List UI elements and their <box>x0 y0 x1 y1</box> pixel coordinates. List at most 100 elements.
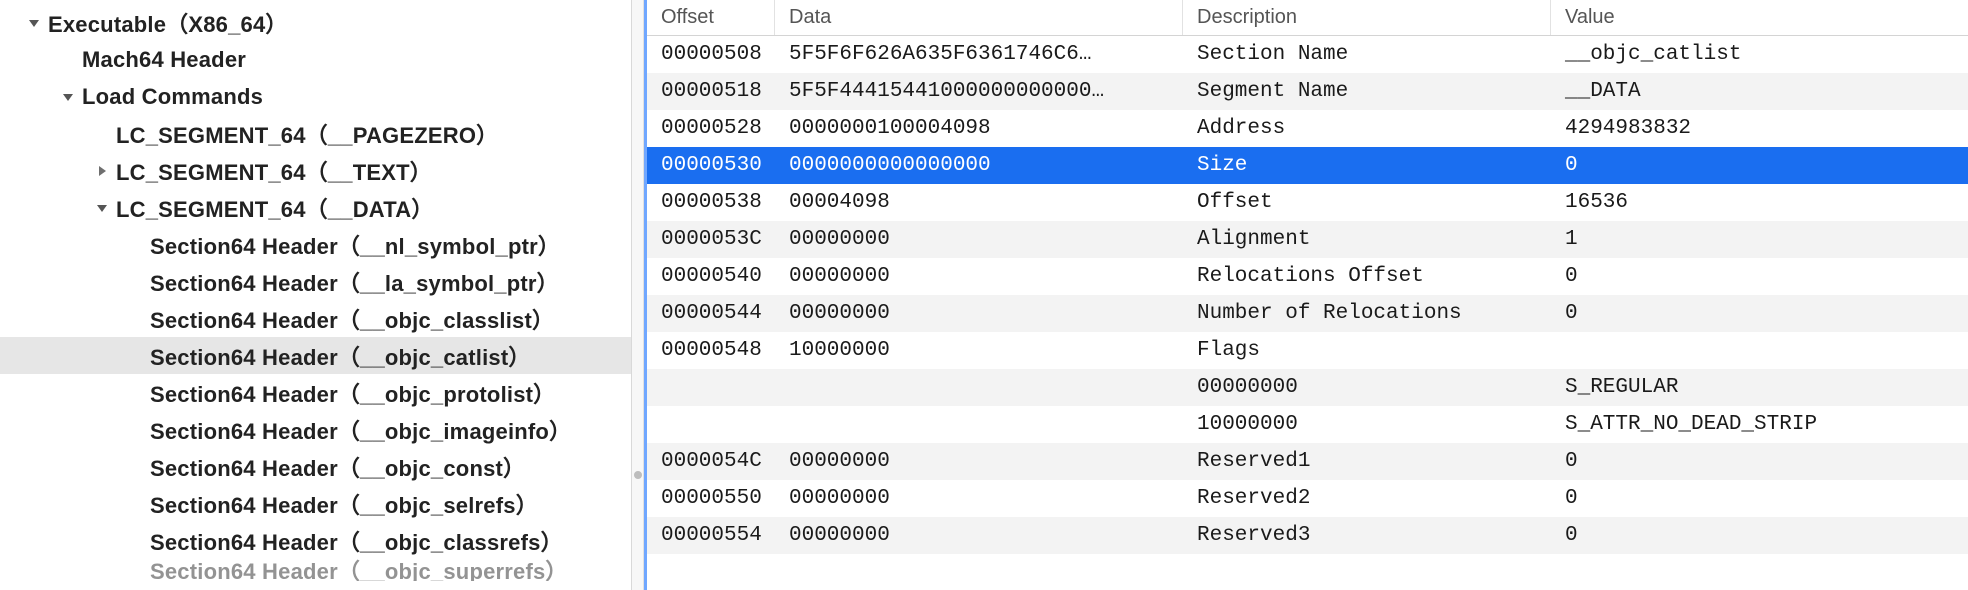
table-row[interactable]: 00000000S_REGULAR <box>647 369 1968 406</box>
tree-row[interactable]: Section64 Header（__objc_const） <box>0 448 631 485</box>
cell-data: 0000000000000000 <box>775 154 1183 177</box>
cell-offset: 00000538 <box>647 191 775 214</box>
table-row[interactable]: 0000053800004098Offset16536 <box>647 184 1968 221</box>
disclosure-spacer <box>128 237 144 253</box>
tree-item-label: Section64 Header（__objc_catlist） <box>150 340 531 372</box>
cell-offset: 00000530 <box>647 154 775 177</box>
table-row[interactable]: 0000054000000000Relocations Offset0 <box>647 258 1968 295</box>
tree-row[interactable]: Load Commands <box>0 78 631 115</box>
tree-row[interactable]: Section64 Header（__objc_catlist） <box>0 337 631 374</box>
cell-description: Number of Relocations <box>1183 302 1551 325</box>
tree-item-label: LC_SEGMENT_64（__DATA） <box>116 192 434 224</box>
tree-row[interactable]: Mach64 Header <box>0 41 631 78</box>
tree-row[interactable]: LC_SEGMENT_64（__PAGEZERO） <box>0 115 631 152</box>
table-row[interactable]: 000005280000000100004098Address429498383… <box>647 110 1968 147</box>
cell-value: 0 <box>1551 302 1968 325</box>
tree-row[interactable]: LC_SEGMENT_64（__TEXT） <box>0 152 631 189</box>
table-row[interactable]: 000005300000000000000000Size0 <box>647 147 1968 184</box>
tree-item-label: Executable（X86_64） <box>48 7 288 39</box>
tree-row[interactable]: Section64 Header（__objc_classrefs） <box>0 522 631 559</box>
table-row[interactable]: 000005085F5F6F626A635F6361746C6…Section … <box>647 36 1968 73</box>
tree-row[interactable]: Section64 Header（__objc_superrefs） <box>0 559 631 581</box>
disclosure-spacer <box>60 52 76 68</box>
cell-data: 5F5F44415441000000000000… <box>775 80 1183 103</box>
disclosure-spacer <box>128 562 144 578</box>
chevron-down-icon[interactable] <box>26 15 42 31</box>
table-row[interactable]: 0000054810000000Flags <box>647 332 1968 369</box>
disclosure-spacer <box>128 274 144 290</box>
cell-value: 0 <box>1551 487 1968 510</box>
tree-row[interactable]: Section64 Header（__nl_symbol_ptr） <box>0 226 631 263</box>
cell-description: Reserved3 <box>1183 524 1551 547</box>
tree-item-label: Section64 Header（__objc_superrefs） <box>150 559 568 581</box>
cell-offset: 00000540 <box>647 265 775 288</box>
column-header-description[interactable]: Description <box>1183 0 1551 35</box>
disclosure-spacer <box>128 385 144 401</box>
table-row[interactable]: 10000000S_ATTR_NO_DEAD_STRIP <box>647 406 1968 443</box>
splitter-grip-icon <box>634 471 642 479</box>
cell-description: Relocations Offset <box>1183 265 1551 288</box>
cell-description: Reserved2 <box>1183 487 1551 510</box>
tree-item-label: Section64 Header（__la_symbol_ptr） <box>150 266 559 298</box>
tree-row[interactable]: Section64 Header（__objc_protolist） <box>0 374 631 411</box>
column-header-offset[interactable]: Offset <box>647 0 775 35</box>
chevron-down-icon[interactable] <box>60 89 76 105</box>
chevron-down-icon[interactable] <box>94 200 110 216</box>
pane-splitter[interactable] <box>632 0 644 590</box>
tree-row[interactable]: Section64 Header（__objc_classlist） <box>0 300 631 337</box>
tree-item-label: Load Commands <box>82 84 263 110</box>
tree-row[interactable]: Executable（X86_64） <box>0 4 631 41</box>
cell-data: 5F5F6F626A635F6361746C6… <box>775 43 1183 66</box>
column-header-value[interactable]: Value <box>1551 0 1968 35</box>
disclosure-spacer <box>128 422 144 438</box>
disclosure-spacer <box>128 459 144 475</box>
tree-item-label: LC_SEGMENT_64（__PAGEZERO） <box>116 118 498 150</box>
cell-offset: 00000544 <box>647 302 775 325</box>
table-row[interactable]: 000005185F5F44415441000000000000…Segment… <box>647 73 1968 110</box>
cell-offset: 00000528 <box>647 117 775 140</box>
cell-value: __objc_catlist <box>1551 43 1968 66</box>
tree-item-label: LC_SEGMENT_64（__TEXT） <box>116 155 432 187</box>
cell-offset: 00000548 <box>647 339 775 362</box>
cell-description: 10000000 <box>1183 413 1551 436</box>
cell-data: 00000000 <box>775 265 1183 288</box>
cell-offset: 0000053C <box>647 228 775 251</box>
disclosure-spacer <box>128 533 144 549</box>
tree-item-label: Section64 Header（__objc_const） <box>150 451 525 483</box>
cell-description: 00000000 <box>1183 376 1551 399</box>
cell-description: Size <box>1183 154 1551 177</box>
disclosure-spacer <box>94 126 110 142</box>
cell-data: 00004098 <box>775 191 1183 214</box>
cell-offset: 00000508 <box>647 43 775 66</box>
tree-item-label: Section64 Header（__objc_selrefs） <box>150 488 538 520</box>
cell-value: 0 <box>1551 265 1968 288</box>
cell-value: 1 <box>1551 228 1968 251</box>
table-row[interactable]: 0000053C00000000Alignment1 <box>647 221 1968 258</box>
cell-description: Reserved1 <box>1183 450 1551 473</box>
tree-row[interactable]: LC_SEGMENT_64（__DATA） <box>0 189 631 226</box>
detail-table: Offset Data Description Value 000005085F… <box>644 0 1968 590</box>
tree-item-label: Section64 Header（__objc_classlist） <box>150 303 554 335</box>
table-header: Offset Data Description Value <box>647 0 1968 36</box>
table-row[interactable]: 0000055400000000Reserved30 <box>647 517 1968 554</box>
table-row[interactable]: 0000054400000000Number of Relocations0 <box>647 295 1968 332</box>
cell-description: Section Name <box>1183 43 1551 66</box>
cell-value: 4294983832 <box>1551 117 1968 140</box>
table-row[interactable]: 0000054C00000000Reserved10 <box>647 443 1968 480</box>
tree-row[interactable]: Section64 Header（__objc_selrefs） <box>0 485 631 522</box>
cell-offset: 00000518 <box>647 80 775 103</box>
cell-value: 0 <box>1551 524 1968 547</box>
tree-row[interactable]: Section64 Header（__objc_imageinfo） <box>0 411 631 448</box>
tree-row[interactable]: Section64 Header（__la_symbol_ptr） <box>0 263 631 300</box>
cell-data: 00000000 <box>775 228 1183 251</box>
column-header-data[interactable]: Data <box>775 0 1183 35</box>
cell-offset: 00000554 <box>647 524 775 547</box>
cell-offset: 0000054C <box>647 450 775 473</box>
chevron-right-icon[interactable] <box>94 163 110 179</box>
sidebar-tree[interactable]: Executable（X86_64） Mach64 Header Load Comm… <box>0 0 632 590</box>
cell-value: 16536 <box>1551 191 1968 214</box>
cell-description: Offset <box>1183 191 1551 214</box>
tree-item-label: Section64 Header（__objc_imageinfo） <box>150 414 571 446</box>
table-row[interactable]: 0000055000000000Reserved20 <box>647 480 1968 517</box>
tree-item-label: Mach64 Header <box>82 47 246 73</box>
